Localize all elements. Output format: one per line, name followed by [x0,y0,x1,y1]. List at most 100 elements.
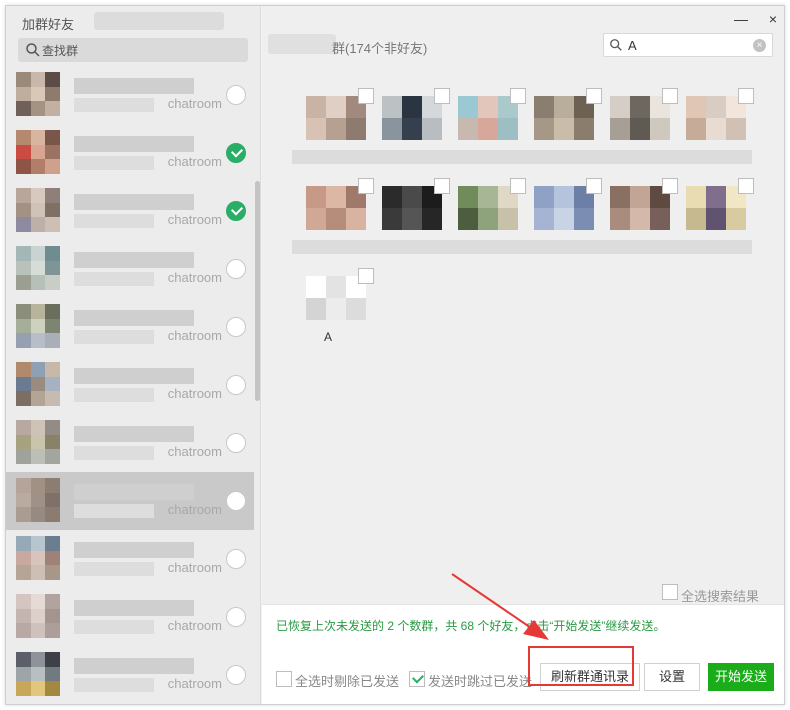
checked-circle-icon[interactable] [226,143,246,163]
unchecked-circle-icon[interactable] [226,433,246,453]
unchecked-circle-icon[interactable] [226,491,246,511]
panel-title: 加群好友 [22,17,75,32]
member-cell[interactable] [292,88,374,174]
group-name-redaction [74,98,154,112]
group-name-redaction [74,600,194,616]
member-checkbox[interactable] [510,88,526,104]
member-cell[interactable] [292,178,374,264]
member-avatar [306,186,366,230]
search-icon [26,43,40,57]
group-list-item[interactable]: chatroom [6,588,254,646]
group-name-redaction [74,156,154,170]
skip-sent-checkbox[interactable] [409,671,425,687]
member-checkbox[interactable] [434,88,450,104]
group-list-scrollbar[interactable] [255,181,260,401]
group-list-item[interactable]: chatroom [6,646,254,704]
member-search-value: A [628,38,637,53]
minimize-button[interactable]: — [734,12,748,26]
group-avatar [16,130,60,174]
member-checkbox[interactable] [662,178,678,194]
group-id-suffix: chatroom [167,154,222,169]
unchecked-circle-icon[interactable] [226,259,246,279]
member-cell[interactable] [368,88,450,174]
member-checkbox[interactable] [586,88,602,104]
group-list-item[interactable]: chatroom [6,298,254,356]
member-checkbox[interactable] [358,268,374,284]
group-list-item[interactable]: chatroom [6,472,254,530]
group-name-redaction [74,214,154,228]
group-name-redaction [74,446,154,460]
group-list-item[interactable]: chatroom [6,66,254,124]
settings-button[interactable]: 设置 [644,663,700,691]
group-list-item[interactable]: chatroom [6,356,254,414]
group-id-suffix: chatroom [167,386,222,401]
unchecked-circle-icon[interactable] [226,665,246,685]
member-avatar [534,96,594,140]
member-checkbox[interactable] [358,178,374,194]
group-name-redaction [74,368,194,384]
member-cell[interactable]: A [298,268,374,354]
group-name-redaction [74,484,194,500]
start-sending-button[interactable]: 开始发送 [708,663,774,691]
group-avatar [16,188,60,232]
checked-circle-icon[interactable] [226,201,246,221]
member-checkbox[interactable] [662,88,678,104]
group-list-item[interactable]: chatroom [6,124,254,182]
group-name-redaction [74,78,194,94]
member-name-redaction [596,240,676,254]
remove-sent-checkbox[interactable] [276,671,292,687]
group-id-suffix: chatroom [167,212,222,227]
member-checkbox[interactable] [738,88,754,104]
member-cell[interactable] [596,178,678,264]
group-name-redaction [74,310,194,326]
member-avatar [686,96,746,140]
search-icon [610,39,622,51]
member-cell[interactable] [444,88,526,174]
clear-search-icon[interactable]: × [753,39,766,52]
group-list-panel: 加群好友 查找群 chatroom chatroom chatroom chatroo… [6,6,261,704]
unchecked-circle-icon[interactable] [226,85,246,105]
member-checkbox[interactable] [738,178,754,194]
group-id-suffix: chatroom [167,444,222,459]
group-id-suffix: chatroom [167,270,222,285]
unchecked-circle-icon[interactable] [226,317,246,337]
member-avatar [534,186,594,230]
skip-sent-label: 发送时跳过已发送 [428,674,533,689]
group-id-suffix: chatroom [167,618,222,633]
group-list-item[interactable]: chatroom [6,182,254,240]
group-avatar [16,304,60,348]
group-id-suffix: chatroom [167,676,222,691]
member-checkbox[interactable] [434,178,450,194]
close-button[interactable]: × [766,12,780,26]
member-checkbox[interactable] [510,178,526,194]
member-name-redaction [444,240,524,254]
unchecked-circle-icon[interactable] [226,607,246,627]
member-avatar [458,186,518,230]
unchecked-circle-icon[interactable] [226,549,246,569]
annotation-highlight-box [528,646,634,686]
group-list-item[interactable]: chatroom [6,530,254,588]
group-avatar [16,478,60,522]
group-name-redaction [74,330,154,344]
member-cell[interactable] [520,88,602,174]
group-list-item[interactable]: chatroom [6,414,254,472]
group-list-item[interactable]: chatroom [6,240,254,298]
member-cell[interactable] [444,178,526,264]
group-search-input[interactable]: 查找群 [18,38,248,62]
member-checkbox[interactable] [358,88,374,104]
member-cell[interactable] [596,88,678,174]
member-search-input[interactable]: A × [603,33,773,57]
unchecked-circle-icon[interactable] [226,375,246,395]
member-checkbox[interactable] [586,178,602,194]
member-cell[interactable] [520,178,602,264]
select-all-results-checkbox[interactable] [662,584,678,600]
add-group-friends-window: 加群好友 查找群 chatroom chatroom chatroom chatroo… [5,5,785,705]
member-name-redaction [292,240,372,254]
member-cell[interactable] [672,178,754,264]
member-cell[interactable] [368,178,450,264]
group-name-redaction [74,252,194,268]
member-cell[interactable] [672,88,754,174]
group-name-redaction [74,678,154,692]
group-name-redaction [74,504,154,518]
member-avatar [306,96,366,140]
